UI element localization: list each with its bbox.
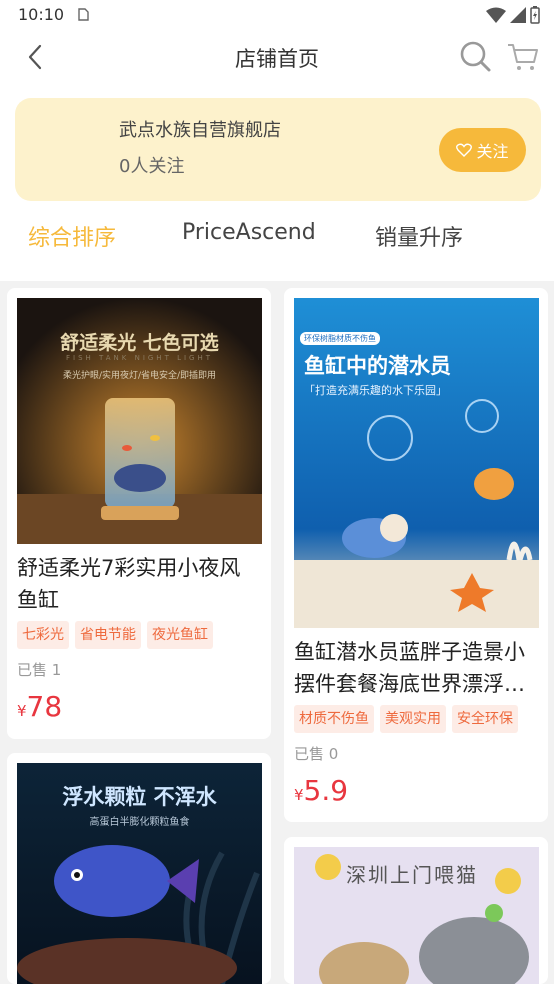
search-icon[interactable] [458, 39, 492, 73]
product-card[interactable]: 环保树脂材质不伤鱼 鱼缸中的潜水员 「打造充满乐趣的水下乐园」 鱼缸潜水员蓝胖子… [284, 288, 548, 822]
battery-icon [530, 6, 540, 24]
image-badge: 环保树脂材质不伤鱼 [300, 332, 380, 345]
product-image-art [294, 298, 539, 628]
follow-button[interactable]: 关注 [439, 128, 526, 172]
shop-followers: 0人关注 [119, 156, 185, 177]
sim-icon [78, 8, 89, 21]
product-price: ¥78 [17, 690, 62, 723]
wifi-icon [486, 7, 506, 23]
sort-tabs: 综合排序 PriceAscend 销量升序 [0, 214, 554, 256]
product-title: 舒适柔光7彩实用小夜风鱼缸 [17, 556, 241, 612]
image-headline: 舒适柔光 七色可选 [60, 332, 219, 354]
signal-icon [510, 7, 526, 23]
status-bar: 10:10 [0, 0, 554, 30]
image-subtitle: 高蛋白半膨化颗粒鱼食 [89, 817, 190, 828]
image-subtitle: 「打造充满乐趣的水下乐园」 [304, 384, 447, 397]
product-tag: 七彩光 [17, 621, 69, 649]
product-card[interactable]: 浮水颗粒 不浑水 高蛋白半膨化颗粒鱼食 [7, 753, 271, 984]
heart-icon [456, 143, 473, 157]
product-tags: 材质不伤鱼 美观实用 安全环保 [294, 705, 518, 733]
header-area: 10:10 店铺首页 武点水族自营旗舰店 0人关注 关注 综合排序 PriceA… [0, 0, 554, 281]
product-tag: 夜光鱼缸 [147, 621, 213, 649]
price-currency: ¥ [294, 786, 304, 804]
product-card[interactable]: 舒适柔光 七色可选 FISH TANK NIGHT LIGHT 柔光护眼/实用夜… [7, 288, 271, 739]
image-headline: 深圳上门喂猫 [346, 863, 478, 887]
tab-sort-default[interactable]: 综合排序 [28, 220, 116, 252]
product-image-fish-food: 浮水颗粒 不浑水 高蛋白半膨化颗粒鱼食 [17, 763, 262, 984]
status-icons [486, 6, 540, 24]
product-image-night-light: 舒适柔光 七色可选 FISH TANK NIGHT LIGHT 柔光护眼/实用夜… [17, 298, 262, 544]
image-subtitle-en: FISH TANK NIGHT LIGHT [65, 354, 213, 362]
image-subtitle: 柔光护眼/实用夜灯/省电安全/即插即用 [62, 371, 217, 381]
price-value: 78 [26, 690, 63, 723]
follow-label: 关注 [476, 142, 509, 161]
price-value: 5.9 [303, 774, 349, 807]
product-tag: 安全环保 [452, 705, 518, 733]
price-currency: ¥ [17, 702, 27, 720]
product-tag: 美观实用 [380, 705, 446, 733]
product-title: 鱼缸潜水员蓝胖子造景小摆件套餐海底世界漂浮… [294, 640, 525, 696]
shop-name: 武点水族自营旗舰店 [119, 120, 281, 141]
status-time: 10:10 [18, 5, 65, 24]
tab-sort-price-ascend[interactable]: PriceAscend [182, 220, 316, 245]
product-tags: 七彩光 省电节能 夜光鱼缸 [17, 621, 213, 649]
product-tag: 材质不伤鱼 [294, 705, 374, 733]
tab-sort-sales-ascend[interactable]: 销量升序 [375, 220, 463, 252]
sold-count: 已售 0 [294, 745, 339, 763]
cart-icon[interactable] [506, 40, 540, 74]
product-image-cat-feeding: 深圳上门喂猫 [294, 847, 539, 984]
image-headline: 浮水颗粒 不浑水 [62, 785, 217, 809]
nav-bar: 店铺首页 [0, 30, 554, 84]
product-image-diver: 环保树脂材质不伤鱼 鱼缸中的潜水员 「打造充满乐趣的水下乐园」 [294, 298, 539, 628]
product-tag: 省电节能 [75, 621, 141, 649]
product-card[interactable]: 深圳上门喂猫 [284, 837, 548, 984]
sold-count: 已售 1 [17, 661, 62, 679]
product-price: ¥5.9 [294, 774, 348, 807]
shop-info-card: 武点水族自营旗舰店 0人关注 关注 [15, 98, 541, 201]
image-headline: 鱼缸中的潜水员 [304, 354, 451, 378]
